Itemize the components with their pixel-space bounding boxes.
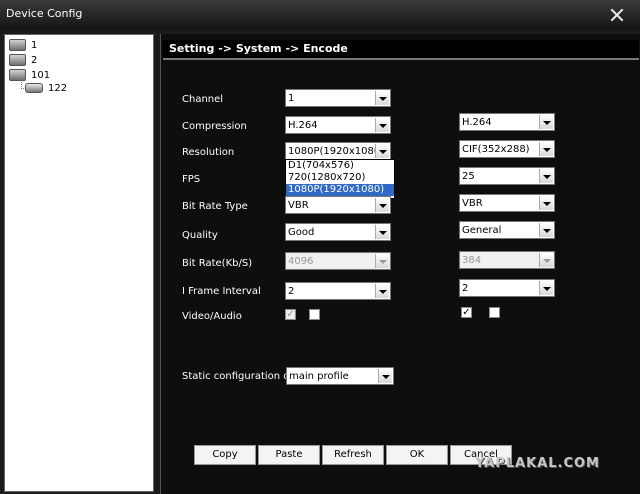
fps-label: FPS (182, 174, 201, 185)
bitrate-select[interactable]: 4096 (285, 252, 391, 270)
compression-select[interactable]: H.264 (285, 116, 391, 134)
window-title: Device Config (6, 7, 83, 20)
bitrate-label: Bit Rate(Kb/S) (182, 258, 253, 269)
extra-fps-select[interactable]: 25 (459, 167, 555, 185)
close-icon[interactable] (610, 8, 624, 22)
chevron-down-icon (539, 253, 553, 267)
device-icon (9, 39, 26, 51)
tree-item-122[interactable]: 122 (25, 83, 67, 97)
chevron-down-icon[interactable] (539, 169, 553, 183)
extra-iframe-interval-select[interactable]: 2 (459, 279, 555, 297)
chevron-down-icon[interactable] (539, 142, 553, 156)
static-config-label: Static configuration of (182, 371, 293, 382)
video-audio-label: Video/Audio (182, 311, 242, 322)
refresh-button[interactable]: Refresh (322, 445, 384, 465)
resolution-select[interactable]: 1080P(1920x1080) (285, 142, 391, 160)
tree-item-1[interactable]: 1 (9, 39, 37, 53)
extra-resolution-value: CIF(352x288) (462, 144, 530, 155)
watermark: YAPLAKAL.COM (475, 456, 600, 471)
resolution-label: Resolution (182, 147, 235, 158)
extra-audio-checkbox[interactable] (489, 307, 500, 318)
channel-value: 1 (288, 93, 295, 104)
extra-compression-value: H.264 (462, 117, 492, 128)
quality-value: Good (288, 227, 315, 238)
extra-bitrate-type-value: VBR (462, 198, 483, 209)
bitrate-type-label: Bit Rate Type (182, 201, 248, 212)
chevron-down-icon[interactable] (539, 115, 553, 129)
extra-bitrate-type-select[interactable]: VBR (459, 194, 555, 212)
tree-item-label: 101 (31, 70, 51, 81)
device-config-window: Device Config 1 2 101 122 Setting -> Sys… (0, 0, 640, 494)
iframe-interval-select[interactable]: 2 (285, 282, 391, 300)
extra-compression-select[interactable]: H.264 (459, 113, 555, 131)
extra-bitrate-value: 384 (462, 255, 482, 266)
channel-label: Channel (182, 94, 224, 105)
chevron-down-icon[interactable] (375, 118, 389, 132)
quality-select[interactable]: Good (285, 223, 391, 241)
extra-quality-select[interactable]: General (459, 221, 555, 239)
bitrate-type-select[interactable]: VBR (285, 196, 391, 214)
chevron-down-icon[interactable] (539, 196, 553, 210)
extra-quality-value: General (462, 225, 502, 236)
extra-iframe-interval-value: 2 (462, 283, 469, 294)
extra-resolution-select[interactable]: CIF(352x288) (459, 140, 555, 158)
resolution-dropdown-list: D1(704x576) 720(1280x720) 1080P(1920x108… (285, 159, 395, 199)
extra-fps-value: 25 (462, 171, 475, 182)
channel-select[interactable]: 1 (285, 89, 391, 107)
compression-label: Compression (182, 121, 247, 132)
chevron-down-icon[interactable] (539, 281, 553, 295)
paste-button[interactable]: Paste (258, 445, 320, 465)
tree-item-label: 2 (31, 55, 38, 66)
static-config-select[interactable]: main profile (286, 367, 394, 385)
breadcrumb-text: Setting -> System -> Encode (169, 42, 348, 55)
camera-icon (25, 83, 43, 93)
resolution-option-1080p[interactable]: 1080P(1920x1080) (286, 184, 394, 196)
resolution-value: 1080P(1920x1080) (288, 146, 385, 157)
extra-bitrate-select[interactable]: 384 (459, 251, 555, 269)
bitrate-type-value: VBR (288, 200, 309, 211)
iframe-interval-value: 2 (288, 286, 295, 297)
tree-item-label: 1 (31, 40, 38, 51)
chevron-down-icon[interactable] (375, 144, 389, 158)
chevron-down-icon[interactable] (375, 284, 389, 298)
chevron-down-icon[interactable] (375, 91, 389, 105)
chevron-down-icon (375, 254, 389, 268)
bitrate-value: 4096 (288, 256, 314, 267)
main-audio-checkbox[interactable] (309, 309, 320, 320)
quality-label: Quality (182, 230, 218, 241)
compression-value: H.264 (288, 120, 318, 131)
resolution-option-720[interactable]: 720(1280x720) (286, 172, 394, 184)
tree-item-label: 122 (48, 83, 68, 94)
static-config-value: main profile (289, 371, 349, 382)
main-video-checkbox[interactable]: ✓ (285, 309, 296, 320)
ok-button[interactable]: OK (386, 445, 448, 465)
resolution-option-d1[interactable]: D1(704x576) (286, 160, 394, 172)
title-bar: Device Config (0, 0, 640, 30)
chevron-down-icon[interactable] (375, 198, 389, 212)
breadcrumb: Setting -> System -> Encode (163, 40, 639, 60)
iframe-interval-label: I Frame Interval (182, 286, 261, 297)
chevron-down-icon[interactable] (539, 223, 553, 237)
chevron-down-icon[interactable] (378, 369, 392, 383)
copy-button[interactable]: Copy (194, 445, 256, 465)
tree-item-2[interactable]: 2 (9, 54, 37, 68)
extra-video-checkbox[interactable]: ✓ (461, 307, 472, 318)
device-icon (9, 54, 26, 66)
chevron-down-icon[interactable] (375, 225, 389, 239)
device-tree: 1 2 101 122 (4, 34, 154, 492)
